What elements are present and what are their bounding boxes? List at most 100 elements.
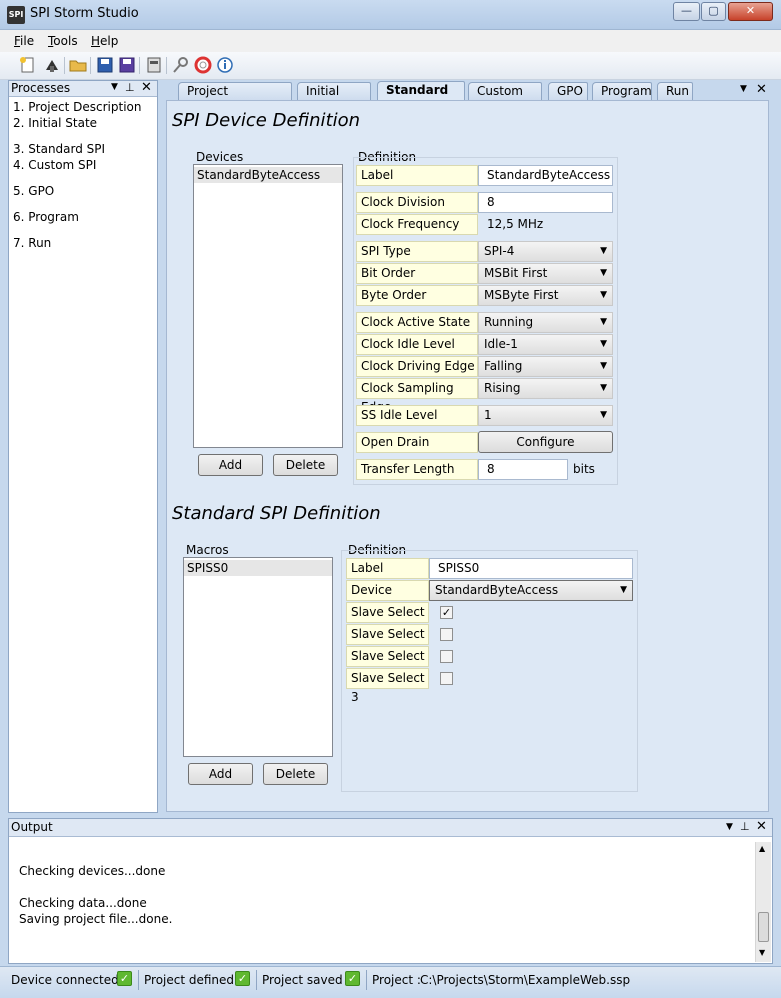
scroll-down-icon[interactable]: ▼	[759, 948, 765, 957]
chevron-down-icon[interactable]: ▼	[111, 82, 118, 92]
window-title: SPI Storm Studio	[30, 6, 139, 21]
minimize-button[interactable]: —	[673, 2, 700, 21]
search-icon[interactable]	[172, 56, 190, 74]
close-window-button[interactable]: ✕	[728, 2, 773, 21]
byte-order-label: Byte Order	[356, 285, 478, 306]
output-title: Output	[11, 820, 53, 834]
clock-idle-level-value: Idle-1	[484, 337, 518, 351]
clock-driving-edge-value: Falling	[484, 359, 523, 373]
menu-help[interactable]: Help	[91, 34, 118, 48]
tabs-dropdown-icon[interactable]: ▼	[740, 84, 747, 94]
device-icon[interactable]	[145, 56, 163, 74]
clock-active-state-label: Clock Active State	[356, 312, 478, 333]
menu-tools[interactable]: Tools	[48, 34, 78, 48]
info-icon[interactable]	[216, 56, 234, 74]
status-separator	[138, 970, 139, 990]
close-tab-icon[interactable]: ✕	[756, 82, 767, 97]
list-item[interactable]: StandardByteAccess	[194, 167, 342, 183]
toolbar-separator	[90, 57, 91, 74]
macro-device-label: Device	[346, 580, 429, 601]
chevron-down-icon[interactable]: ▼	[726, 822, 733, 832]
slave-select-0-label: Slave Select 0	[346, 602, 429, 638]
chevron-down-icon: ▼	[600, 246, 607, 256]
chevron-down-icon: ▼	[600, 317, 607, 327]
byte-order-select[interactable]: MSByte First ▼	[478, 285, 613, 306]
slave-select-1-checkbox[interactable]	[440, 628, 453, 641]
tab-gpo[interactable]: GPO	[548, 82, 588, 100]
maximize-button[interactable]: ▢	[701, 2, 726, 21]
project-saved-ok-icon: ✓	[345, 971, 360, 986]
tab-run[interactable]: Run	[657, 82, 693, 100]
wizard-icon[interactable]	[43, 56, 61, 74]
close-panel-icon[interactable]: ✕	[141, 80, 152, 95]
clock-idle-level-select[interactable]: Idle-1 ▼	[478, 334, 613, 355]
macros-group-label: Macros	[186, 543, 229, 557]
scroll-up-icon[interactable]: ▲	[759, 844, 765, 853]
devices-group-label: Devices	[196, 150, 244, 164]
standard-section-title: Standard SPI Definition	[172, 503, 381, 524]
ss-idle-level-select[interactable]: 1 ▼	[478, 405, 613, 426]
close-output-icon[interactable]: ✕	[756, 819, 767, 834]
clock-driving-edge-select[interactable]: Falling ▼	[478, 356, 613, 377]
process-item-standard-spi[interactable]: 3. Standard SPI	[13, 142, 105, 156]
open-folder-icon[interactable]	[69, 56, 87, 74]
tab-initial-state[interactable]: Initial State	[297, 82, 371, 115]
clock-active-state-select[interactable]: Running ▼	[478, 312, 613, 333]
process-item-run[interactable]: 7. Run	[13, 236, 51, 250]
save-as-icon[interactable]	[118, 56, 136, 74]
output-scrollbar[interactable]: ▲ ▼	[755, 842, 771, 962]
slave-select-0-checkbox[interactable]: ✓	[440, 606, 453, 619]
clock-sampling-edge-select[interactable]: Rising ▼	[478, 378, 613, 399]
help-lifebuoy-icon[interactable]	[194, 56, 212, 74]
output-line: Checking devices...done	[19, 864, 166, 878]
tab-project-description[interactable]: Project Description	[178, 82, 292, 115]
chevron-down-icon: ▼	[600, 290, 607, 300]
process-item-custom-spi[interactable]: 4. Custom SPI	[13, 158, 96, 172]
toolbar-separator	[64, 57, 65, 74]
process-item-initial-state[interactable]: 2. Initial State	[13, 116, 97, 130]
clock-sampling-edge-value: Rising	[484, 381, 521, 395]
pin-icon[interactable]: ⊥	[125, 81, 135, 94]
slave-select-3-label: Slave Select 3	[346, 668, 429, 704]
add-device-button[interactable]: Add	[198, 454, 263, 476]
tab-standard-spi[interactable]: Standard SPI	[377, 81, 465, 114]
macros-list[interactable]	[183, 557, 333, 757]
process-item-program[interactable]: 6. Program	[13, 210, 79, 224]
list-item[interactable]: SPISS0	[184, 560, 332, 576]
bit-order-select[interactable]: MSBit First ▼	[478, 263, 613, 284]
spi-type-select[interactable]: SPI-4 ▼	[478, 241, 613, 262]
slave-select-2-label: Slave Select 2	[346, 646, 429, 682]
bit-order-value: MSBit First	[484, 266, 548, 280]
configure-button[interactable]: Configure	[478, 431, 613, 453]
clock-division-input[interactable]: 8	[478, 192, 613, 213]
tab-custom-spi[interactable]: Custom SPI	[468, 82, 542, 115]
delete-macro-button[interactable]: Delete	[263, 763, 328, 785]
slave-select-2-checkbox[interactable]	[440, 650, 453, 663]
output-line: Checking data...done	[19, 896, 147, 910]
slave-select-3-checkbox[interactable]	[440, 672, 453, 685]
pin-icon[interactable]: ⊥	[740, 820, 750, 833]
new-project-icon[interactable]	[18, 56, 36, 74]
menu-file[interactable]: File	[14, 34, 34, 48]
output-line: Saving project file...done.	[19, 912, 173, 926]
output-panel	[8, 818, 773, 964]
chevron-down-icon: ▼	[620, 585, 627, 595]
toolbar-separator	[166, 57, 167, 74]
devices-list[interactable]	[193, 164, 343, 448]
process-item-project-description[interactable]: 1. Project Description	[13, 100, 141, 114]
macro-device-select[interactable]: StandardByteAccess ▼	[429, 580, 633, 601]
scrollbar-thumb[interactable]	[758, 912, 769, 942]
project-defined-label: Project defined :	[144, 973, 242, 987]
delete-device-button[interactable]: Delete	[273, 454, 338, 476]
transfer-length-input[interactable]: 8	[478, 459, 568, 480]
transfer-length-label: Transfer Length	[356, 459, 478, 480]
save-icon[interactable]	[96, 56, 114, 74]
device-label-input[interactable]: StandardByteAccess	[478, 165, 613, 186]
process-item-gpo[interactable]: 5. GPO	[13, 184, 54, 198]
tab-program[interactable]: Program	[592, 82, 652, 100]
byte-order-value: MSByte First	[484, 288, 559, 302]
label-field-label: Label	[356, 165, 478, 186]
bit-order-label: Bit Order	[356, 263, 478, 284]
macro-label-input[interactable]: SPISS0	[429, 558, 633, 579]
add-macro-button[interactable]: Add	[188, 763, 253, 785]
